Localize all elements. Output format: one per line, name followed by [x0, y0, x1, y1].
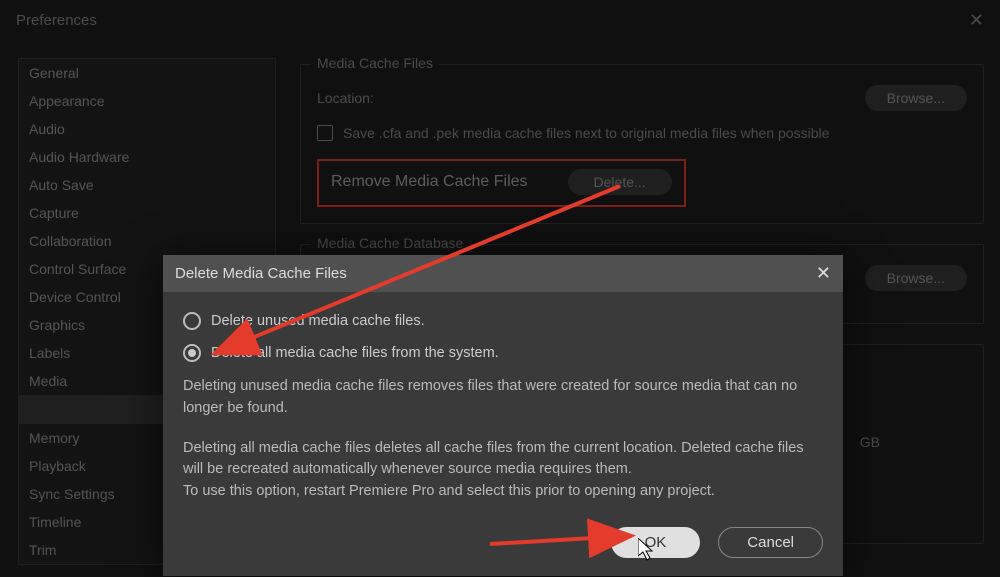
checkbox-label: Save .cfa and .pek media cache files nex…: [343, 125, 829, 141]
location-label: Location:: [317, 90, 374, 106]
dialog-close-icon[interactable]: ✕: [816, 263, 831, 284]
radio-delete-unused[interactable]: Delete unused media cache files.: [183, 312, 823, 330]
sidebar-item-capture[interactable]: Capture: [19, 199, 275, 227]
ok-button[interactable]: OK: [611, 527, 701, 558]
radio-icon[interactable]: [183, 344, 201, 362]
section-title: Media Cache Files: [311, 55, 439, 71]
section-title: Media Cache Database: [311, 235, 469, 251]
radio-label: Delete unused media cache files.: [211, 313, 425, 329]
sidebar-item-appearance[interactable]: Appearance: [19, 87, 275, 115]
dialog-body: Delete unused media cache files. Delete …: [163, 292, 843, 527]
dialog-title-bar: Delete Media Cache Files ✕: [163, 255, 843, 292]
browse-button[interactable]: Browse...: [865, 265, 967, 291]
sidebar-item-general[interactable]: General: [19, 59, 275, 87]
cancel-button[interactable]: Cancel: [718, 527, 823, 558]
desc-all: Deleting all media cache files deletes a…: [183, 438, 823, 482]
title-bar: Preferences ✕: [0, 0, 1000, 40]
radio-delete-all[interactable]: Delete all media cache files from the sy…: [183, 344, 823, 362]
media-cache-files-section: Media Cache Files Location: Browse... Sa…: [300, 64, 984, 224]
radio-label: Delete all media cache files from the sy…: [211, 345, 499, 361]
window-title: Preferences: [16, 12, 97, 29]
save-next-to-row[interactable]: Save .cfa and .pek media cache files nex…: [317, 125, 967, 141]
desc-unused: Deleting unused media cache files remove…: [183, 376, 823, 420]
dialog-title: Delete Media Cache Files: [175, 265, 347, 282]
desc-restart: To use this option, restart Premiere Pro…: [183, 481, 823, 503]
remove-label: Remove Media Cache Files: [331, 173, 528, 191]
close-icon[interactable]: ✕: [969, 10, 984, 31]
sidebar-item-auto-save[interactable]: Auto Save: [19, 171, 275, 199]
sidebar-item-audio-hardware[interactable]: Audio Hardware: [19, 143, 275, 171]
sidebar-item-audio[interactable]: Audio: [19, 115, 275, 143]
sidebar-item-collaboration[interactable]: Collaboration: [19, 227, 275, 255]
delete-cache-dialog: Delete Media Cache Files ✕ Delete unused…: [163, 255, 843, 576]
checkbox-icon[interactable]: [317, 125, 333, 141]
delete-button[interactable]: Delete...: [568, 169, 672, 195]
dialog-button-row: OK Cancel: [163, 527, 843, 576]
location-row: Location: Browse...: [317, 85, 967, 111]
radio-icon[interactable]: [183, 312, 201, 330]
browse-button[interactable]: Browse...: [865, 85, 967, 111]
gb-suffix: GB: [860, 434, 880, 450]
remove-cache-highlight: Remove Media Cache Files Delete...: [317, 159, 686, 207]
